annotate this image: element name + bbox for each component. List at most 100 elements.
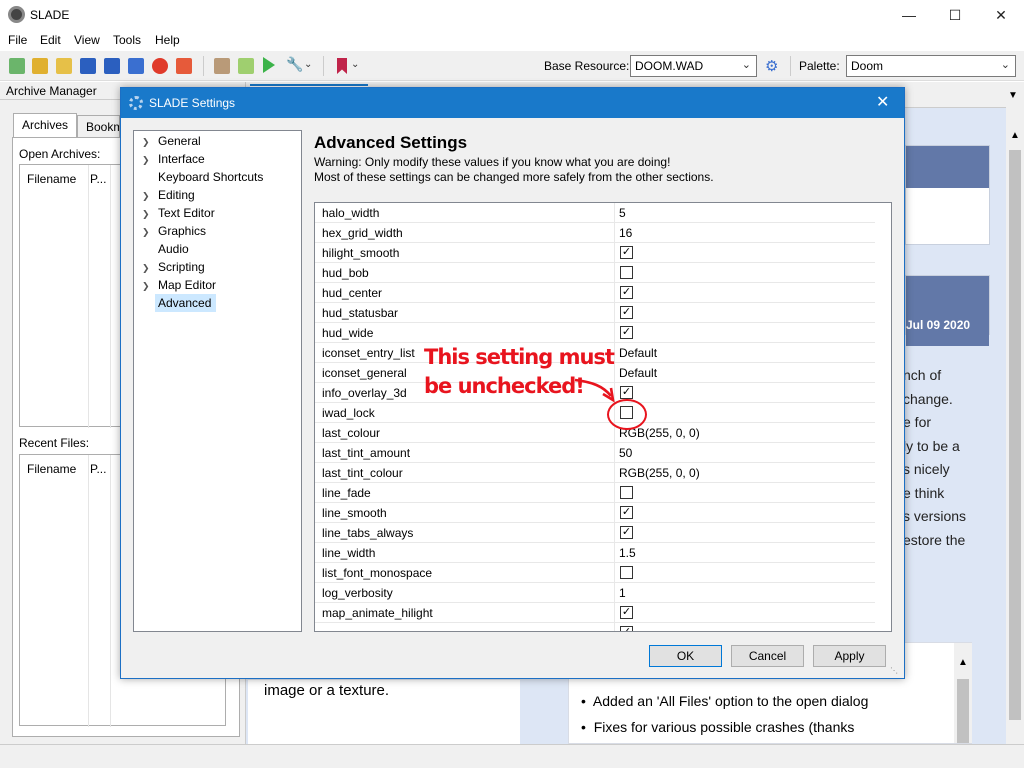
page-scrollbar[interactable]: ▲	[1006, 100, 1024, 744]
tab-bookmarks[interactable]: Bookm	[77, 115, 120, 139]
setting-value[interactable]: 16	[619, 226, 632, 240]
cancel-button[interactable]: Cancel	[731, 645, 804, 667]
palette-select[interactable]: Doom ⌄	[846, 55, 1016, 77]
new-archive-icon[interactable]	[9, 58, 25, 74]
open-dir-icon[interactable]	[56, 58, 72, 74]
setting-value[interactable]: 5	[619, 206, 626, 220]
chevron-up-icon[interactable]: ▲	[958, 657, 968, 668]
setting-checkbox[interactable]	[620, 566, 633, 579]
tree-item-general[interactable]: General	[158, 134, 201, 148]
menu-tools[interactable]: Tools	[113, 33, 141, 47]
tree-item-text-editor[interactable]: Text Editor	[158, 206, 215, 220]
wrench-icon[interactable]: 🔧	[286, 56, 303, 73]
setting-checkbox[interactable]: ✓	[620, 506, 633, 519]
menu-view[interactable]: View	[74, 33, 100, 47]
title-bar	[0, 0, 1024, 30]
tree-item-audio[interactable]: Audio	[158, 242, 189, 256]
release-text-line: s nicely	[903, 461, 950, 477]
chevron-down-icon[interactable]: ⌄	[351, 59, 359, 70]
setting-checkbox[interactable]	[620, 266, 633, 279]
maximize-icon[interactable]: ☐	[932, 0, 978, 30]
setting-checkbox[interactable]	[620, 486, 633, 499]
chevron-down-icon[interactable]: ⌄	[304, 59, 312, 70]
column-divider	[88, 455, 89, 727]
settings-tree: ❯ General ❯ Interface Keyboard Shortcuts…	[133, 130, 302, 632]
chevron-down-icon: ⌄	[1000, 59, 1010, 71]
setting-value[interactable]: 1.5	[619, 546, 636, 560]
warning-text: Most of these settings can be changed mo…	[314, 170, 714, 184]
texture-editor-icon[interactable]	[214, 58, 230, 74]
menu-file[interactable]: File	[8, 33, 27, 47]
tree-item-advanced[interactable]: Advanced	[158, 296, 211, 310]
setting-checkbox[interactable]: ✓	[620, 326, 633, 339]
run-icon[interactable]	[263, 57, 275, 73]
setting-value[interactable]: 1	[619, 586, 626, 600]
setting-name: hilight_smooth	[322, 246, 400, 260]
tree-item-keyboard-shortcuts[interactable]: Keyboard Shortcuts	[158, 170, 263, 184]
expand-arrow-icon[interactable]: ❯	[142, 281, 150, 292]
ok-button[interactable]: OK	[649, 645, 722, 667]
changelog-scroll-thumb[interactable]	[957, 679, 969, 743]
setting-checkbox[interactable]: ✓	[620, 626, 633, 631]
setting-value[interactable]: Default	[619, 346, 657, 360]
base-resource-select[interactable]: DOOM.WAD ⌄	[630, 55, 757, 77]
column-filename[interactable]: Filename	[27, 172, 76, 186]
page-scroll-thumb[interactable]	[1009, 150, 1021, 720]
save-all-icon[interactable]	[128, 58, 144, 74]
tree-item-map-editor[interactable]: Map Editor	[158, 278, 216, 292]
apply-button[interactable]: Apply	[813, 645, 886, 667]
setting-checkbox[interactable]: ✓	[620, 306, 633, 319]
expand-arrow-icon[interactable]: ❯	[142, 137, 150, 148]
setting-checkbox[interactable]: ✓	[620, 286, 633, 299]
resize-grip-icon[interactable]: ⋱	[890, 666, 898, 675]
table-row: halo_width 5	[315, 203, 875, 223]
news-card	[905, 145, 990, 245]
menu-help[interactable]: Help	[155, 33, 180, 47]
column-path[interactable]: P...	[90, 172, 106, 186]
tab-archives[interactable]: Archives	[13, 113, 78, 137]
setting-name: last_colour	[322, 426, 381, 440]
map-editor-icon[interactable]	[238, 58, 254, 74]
setting-checkbox[interactable]: ✓	[620, 526, 633, 539]
annotation-circle	[607, 399, 647, 430]
expand-arrow-icon[interactable]: ❯	[142, 209, 150, 220]
toolbar-separator	[203, 56, 204, 76]
setting-value[interactable]: RGB(255, 0, 0)	[619, 466, 700, 480]
expand-arrow-icon[interactable]: ❯	[142, 155, 150, 166]
expand-arrow-icon[interactable]: ❯	[142, 263, 150, 274]
table-row: last_tint_colour RGB(255, 0, 0)	[315, 463, 875, 483]
tree-item-scripting[interactable]: Scripting	[158, 260, 205, 274]
tree-item-interface[interactable]: Interface	[158, 152, 205, 166]
column-path[interactable]: P...	[90, 462, 106, 476]
minimize-icon[interactable]: —	[886, 0, 932, 30]
column-filename[interactable]: Filename	[27, 462, 76, 476]
setting-checkbox[interactable]: ✓	[620, 246, 633, 259]
save-icon[interactable]	[80, 58, 96, 74]
table-row: hex_grid_width 16	[315, 223, 875, 243]
expand-arrow-icon[interactable]: ❯	[142, 191, 150, 202]
recent-files-label: Recent Files:	[19, 436, 90, 450]
table-row: line_fade	[315, 483, 875, 503]
setting-name: hud_center	[322, 286, 383, 300]
tree-item-editing[interactable]: Editing	[158, 188, 195, 202]
close-icon[interactable]: ✕	[876, 92, 889, 112]
close-icon[interactable]: ✕	[978, 0, 1024, 30]
tree-item-graphics[interactable]: Graphics	[158, 224, 206, 238]
setting-checkbox[interactable]: ✓	[620, 606, 633, 619]
table-row: last_tint_amount 50	[315, 443, 875, 463]
menu-edit[interactable]: Edit	[40, 33, 61, 47]
close-archive-icon[interactable]	[152, 58, 168, 74]
open-folder-icon[interactable]	[32, 58, 48, 74]
chevron-up-icon[interactable]: ▲	[1010, 130, 1020, 141]
close-all-icon[interactable]	[176, 58, 192, 74]
archive-manager-title: Archive Manager	[6, 84, 97, 98]
setting-name: line_smooth	[322, 506, 387, 520]
gear-icon	[129, 96, 143, 110]
left-content-text: image or a texture.	[264, 682, 390, 699]
changelog-scrollbar[interactable]: ▲	[954, 643, 972, 743]
save-as-icon[interactable]	[104, 58, 120, 74]
setting-value[interactable]: 50	[619, 446, 632, 460]
gear-icon[interactable]: ⚙	[765, 57, 778, 75]
expand-arrow-icon[interactable]: ❯	[142, 227, 150, 238]
window-title: SLADE	[30, 8, 70, 22]
